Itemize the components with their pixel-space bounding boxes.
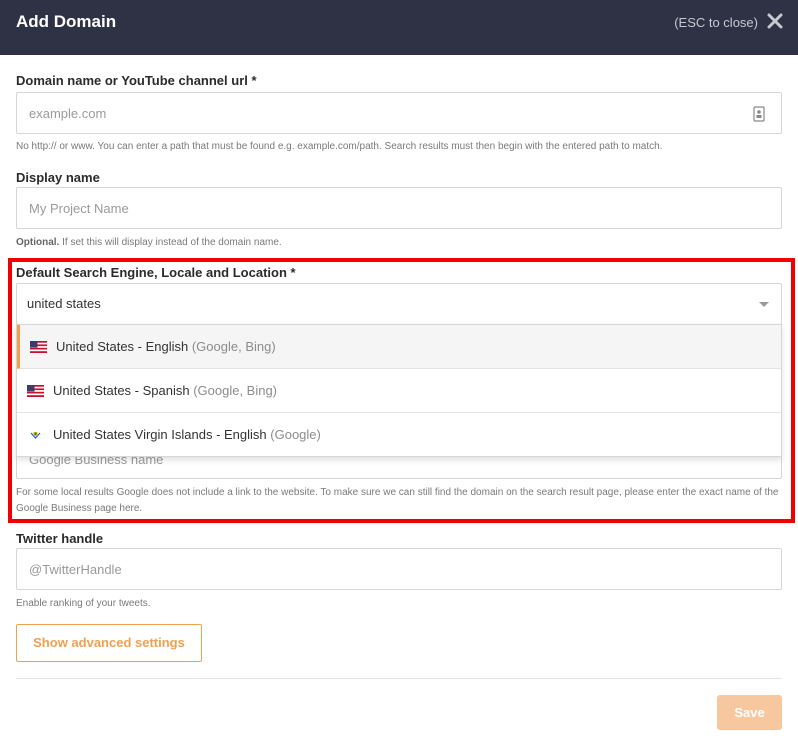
- divider: [16, 678, 782, 679]
- modal-title: Add Domain: [16, 12, 117, 31]
- show-advanced-settings-button[interactable]: Show advanced settings: [16, 624, 202, 662]
- display-name-placeholder: My Project Name: [29, 201, 129, 216]
- close-icon[interactable]: [766, 12, 784, 30]
- optional-label: Optional.: [16, 237, 60, 248]
- display-name-label: Display name: [16, 170, 100, 185]
- highlight-box: [8, 258, 795, 523]
- contact-card-icon[interactable]: [753, 106, 765, 122]
- add-domain-modal: Add Domain (ESC to close) Domain name or…: [0, 0, 798, 752]
- twitter-label: Twitter handle: [16, 531, 104, 546]
- display-name-help: Optional. If set this will display inste…: [16, 235, 786, 251]
- twitter-help: Enable ranking of your tweets.: [16, 598, 151, 609]
- domain-label: Domain name or YouTube channel url *: [16, 73, 257, 88]
- domain-placeholder: example.com: [29, 106, 107, 121]
- esc-hint: (ESC to close): [674, 15, 758, 30]
- twitter-input[interactable]: @TwitterHandle: [16, 548, 782, 590]
- domain-help: No http:// or www. You can enter a path …: [16, 141, 663, 152]
- display-name-input[interactable]: My Project Name: [16, 187, 782, 229]
- twitter-placeholder: @TwitterHandle: [29, 562, 122, 577]
- domain-input[interactable]: example.com: [16, 92, 782, 134]
- modal-header: Add Domain (ESC to close): [0, 0, 798, 55]
- display-name-help-text: If set this will display instead of the …: [59, 237, 282, 248]
- save-button[interactable]: Save: [717, 695, 782, 730]
